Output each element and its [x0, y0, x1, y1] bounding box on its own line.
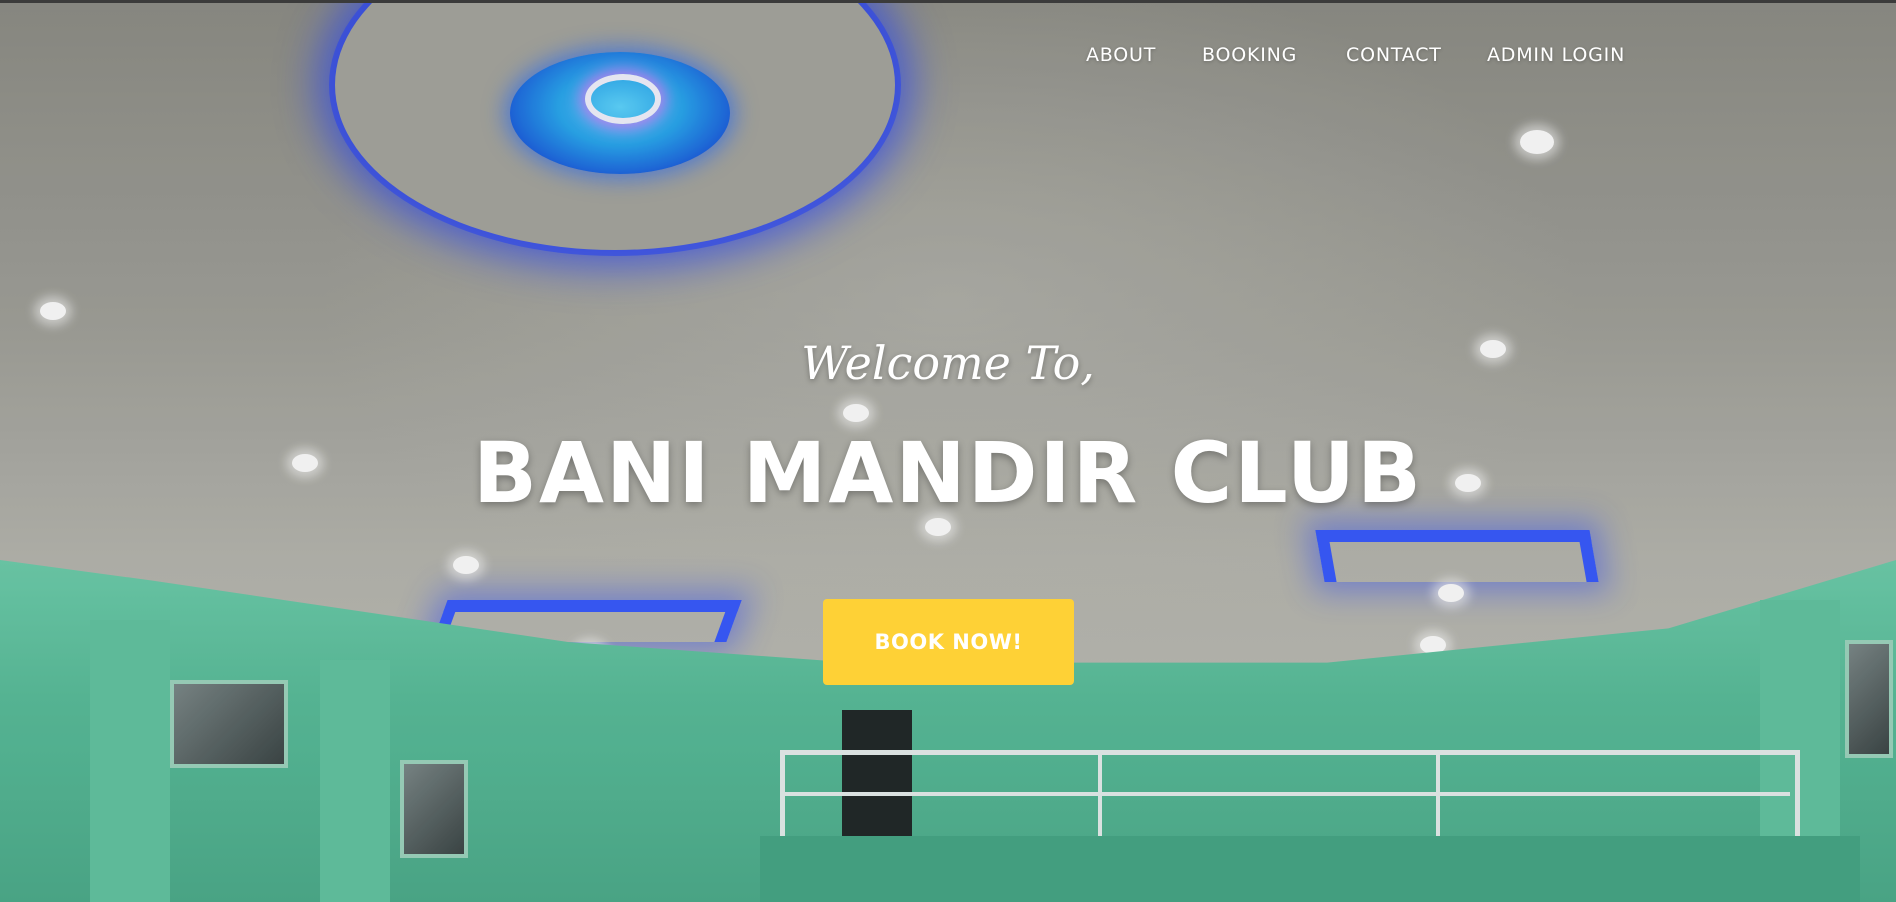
nav-link-contact[interactable]: CONTACT	[1346, 44, 1442, 66]
hero-subheading: Welcome To,	[801, 336, 1095, 390]
nav-link-booking[interactable]: BOOKING	[1202, 44, 1297, 66]
book-now-button[interactable]: BOOK NOW!	[823, 599, 1074, 685]
nav-link-admin-login[interactable]: ADMIN LOGIN	[1487, 44, 1625, 66]
nav-link-about[interactable]: ABOUT	[1086, 44, 1156, 66]
hero-heading: BANI MANDIR CLUB	[472, 424, 1424, 522]
main-nav: ABOUT BOOKING CONTACT ADMIN LOGIN	[0, 44, 1896, 70]
top-border	[0, 0, 1896, 3]
